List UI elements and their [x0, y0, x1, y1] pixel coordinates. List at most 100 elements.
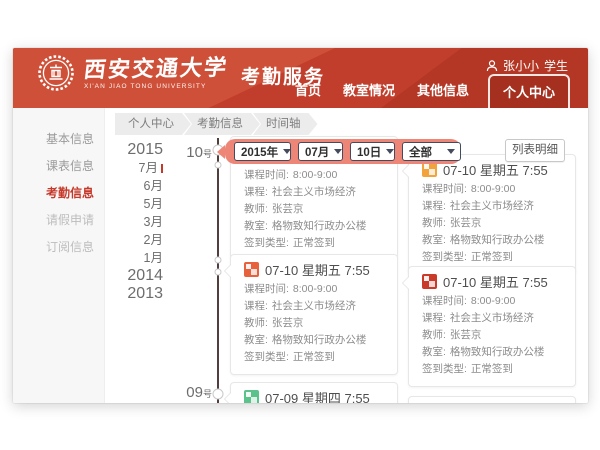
field-label: 课程: [244, 300, 268, 312]
sidebar-item[interactable]: 考勤信息 [13, 180, 104, 207]
field-label: 教室: [422, 346, 446, 358]
day-suffix: 号 [203, 149, 212, 159]
field-label: 教室: [244, 220, 268, 232]
nav-tab-active[interactable]: 个人中心 [488, 74, 570, 108]
card-field-row: 课程:社会主义市场经济 [244, 184, 387, 201]
user-info[interactable]: 张小小 学生 [486, 57, 568, 74]
month-select-value: 07月 [305, 144, 329, 160]
timeline-node [215, 162, 222, 169]
field-label: 教师: [422, 329, 446, 341]
card-date: 07-10 星期五 7:55 [443, 272, 548, 291]
list-detail-button[interactable]: 列表明细 [505, 139, 565, 162]
sidebar-item[interactable]: 订阅信息 [13, 234, 104, 261]
brand: 西安交通大学 XI'AN JIAO TONG UNIVERSITY 考勤服务 [37, 54, 325, 92]
sidebar-item[interactable]: 请假申请 [13, 207, 104, 234]
card-field-row: 课程时间: 8:00-9:00 [244, 167, 387, 184]
attendance-card [408, 396, 576, 403]
type-select[interactable]: 全部 [402, 142, 461, 161]
timeline-month[interactable]: 1月 [117, 249, 163, 267]
attendance-card: 07-10 星期五 7:55课程时间:8:00-9:00课程:社会主义市场经济教… [230, 254, 398, 375]
card-field-row: 课程时间:8:00-9:00 [244, 281, 387, 298]
timeline-month[interactable]: 5月 [117, 195, 163, 213]
day-marker-10: 10号 [117, 144, 212, 162]
type-select-value: 全部 [409, 144, 432, 160]
attendance-card: 07-09 星期四 7:55 [230, 382, 398, 403]
sidebar-item[interactable]: 课表信息 [13, 153, 104, 180]
card-field-row: 课程时间:8:00-9:00 [422, 293, 565, 310]
month-select[interactable]: 07月 [298, 142, 343, 161]
university-name-en: XI'AN JIAO TONG UNIVERSITY [84, 83, 228, 90]
card-field-row: 教室: 格物致知行政办公楼 [422, 232, 565, 249]
field-value: 张芸京 [272, 203, 304, 215]
app-body: 基本信息课表信息考勤信息请假申请订阅信息 个人中心考勤信息时间轴 20157月6… [13, 108, 588, 403]
attendance-type-icon [244, 390, 259, 404]
timeline-month[interactable]: 2月 [117, 231, 163, 249]
user-role: 学生 [544, 57, 568, 74]
field-value: 8:00-9:00 [293, 169, 337, 181]
timeline-year[interactable]: 2014 [117, 267, 163, 285]
card-field-row: 签到类型:正常签到 [422, 249, 565, 266]
field-label: 教师: [422, 217, 446, 229]
card-field-row: 教室:格物致知行政办公楼 [422, 344, 565, 361]
field-value: 8:00-9:00 [293, 283, 337, 295]
card-field-row: 教室: 格物致知行政办公楼 [244, 218, 387, 235]
card-header: 07-09 星期四 7:55 [244, 388, 387, 403]
card-field-row: 签到类型: 正常签到 [422, 361, 565, 378]
field-value: 格物致知行政办公楼 [450, 234, 545, 246]
field-label: 教师: [244, 317, 268, 329]
field-label: 课程: [422, 312, 446, 324]
timeline-node [213, 389, 224, 400]
card-date: 07-09 星期四 7:55 [265, 388, 370, 404]
field-value: 正常签到 [293, 351, 335, 363]
day-select-value: 10日 [357, 144, 381, 160]
timeline-month[interactable]: 3月 [117, 213, 163, 231]
year-select[interactable]: 2015年 [234, 142, 291, 161]
field-label: 课程时间: [422, 183, 467, 195]
chevron-down-icon [447, 149, 455, 154]
chevron-down-icon [386, 149, 394, 154]
timeline-scale: 20157月6月5月3月2月1月20142013 [117, 141, 163, 303]
field-value: 正常签到 [471, 363, 513, 375]
app-header: 西安交通大学 XI'AN JIAO TONG UNIVERSITY 考勤服务 张… [13, 48, 588, 108]
timeline-year[interactable]: 2013 [117, 285, 163, 303]
field-value: 社会主义市场经济 [272, 300, 356, 312]
main-nav: 首页教室情况其他信息个人中心 [284, 74, 570, 108]
timeline-node [215, 269, 222, 276]
breadcrumb-item[interactable]: 个人中心 [115, 113, 191, 135]
attendance-card: 07-10 星期五 7:55课程时间:8:00-9:00课程:社会主义市场经济教… [408, 154, 576, 275]
card-field-row: 教师: 张芸京 [422, 215, 565, 232]
day-number: 09 [186, 384, 203, 401]
user-icon [486, 60, 498, 72]
breadcrumb-item[interactable]: 时间轴 [253, 113, 318, 135]
day-number: 10 [186, 144, 203, 161]
field-value: 张芸京 [450, 329, 482, 341]
field-label: 教师: [244, 203, 268, 215]
card-field-row: 教师:张芸京 [244, 315, 387, 332]
attendance-type-icon [422, 274, 437, 289]
card-field-row: 签到类型:正常签到 [244, 235, 387, 252]
nav-link[interactable]: 其他信息 [406, 80, 480, 108]
breadcrumb: 个人中心考勤信息时间轴 [115, 113, 311, 135]
card-field-row: 教师: 张芸京 [244, 201, 387, 218]
timeline-month[interactable]: 6月 [117, 177, 163, 195]
card-field-row: 教室:格物致知行政办公楼 [244, 332, 387, 349]
card-header: 07-10 星期五 7:55 [422, 272, 565, 290]
field-label: 签到类型: [422, 363, 467, 375]
breadcrumb-item[interactable]: 考勤信息 [184, 113, 260, 135]
field-label: 教室: [422, 234, 446, 246]
day-select[interactable]: 10日 [350, 142, 395, 161]
card-field-row: 签到类型:正常签到 [244, 349, 387, 366]
timeline-node [215, 257, 222, 264]
nav-link[interactable]: 教室情况 [332, 80, 406, 108]
date-filter-bar: 2015年 07月 10日 全部 [225, 139, 461, 164]
field-value: 张芸京 [450, 217, 482, 229]
sidebar-item[interactable]: 基本信息 [13, 126, 104, 153]
nav-link[interactable]: 首页 [284, 80, 332, 108]
page: 西安交通大学 XI'AN JIAO TONG UNIVERSITY 考勤服务 张… [0, 0, 600, 450]
card-field-row: 课程时间:8:00-9:00 [422, 181, 565, 198]
field-label: 签到类型: [422, 251, 467, 263]
field-label: 课程时间: [244, 169, 289, 181]
field-label: 课程时间: [422, 295, 467, 307]
field-value: 格物致知行政办公楼 [272, 220, 367, 232]
field-label: 签到类型: [244, 237, 289, 249]
